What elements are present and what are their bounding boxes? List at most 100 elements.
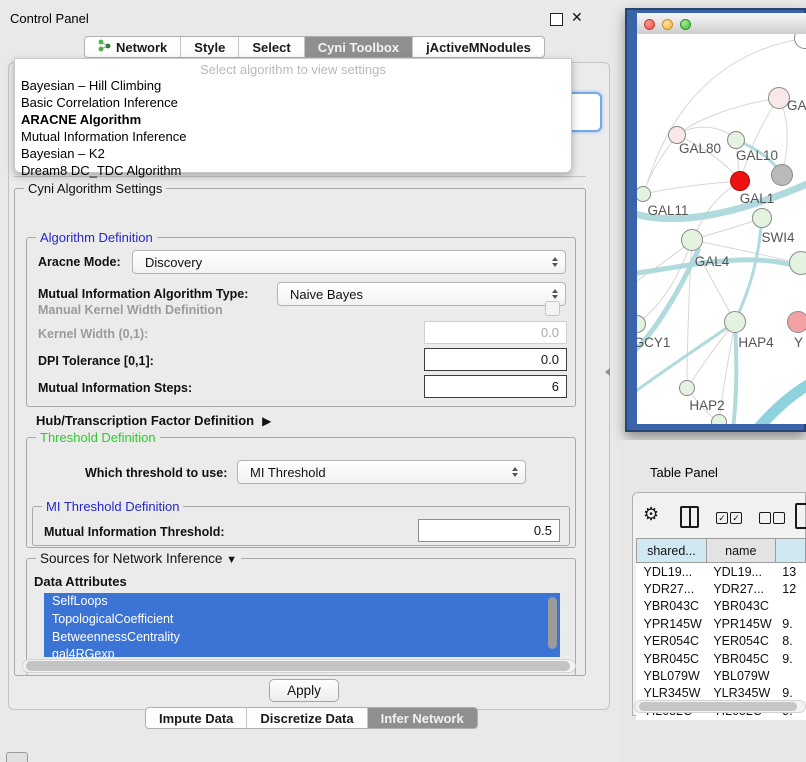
network-node-gcy1[interactable]	[637, 315, 646, 333]
dpi-tolerance-field[interactable]: 0.0	[424, 348, 567, 371]
table-row[interactable]: YBR045CYBR045C9.	[637, 650, 806, 667]
table-cell[interactable]: YER054C	[637, 633, 707, 650]
algorithm-option[interactable]: ARACNE Algorithm	[15, 111, 571, 128]
network-node-gal4[interactable]	[681, 229, 703, 251]
data-attribute-item[interactable]: gal4RGexp	[44, 646, 560, 657]
algorithm-option[interactable]: Mutual Information Inference	[15, 128, 571, 145]
mi-algorithm-type-combobox[interactable]: Naive Bayes	[277, 282, 566, 306]
table-cell[interactable]: YPR145W	[706, 615, 775, 632]
network-node-y[interactable]	[787, 311, 806, 333]
tab-impute-data[interactable]: Impute Data	[146, 708, 247, 728]
hub-section-toggle[interactable]: Hub/Transcription Factor Definition▶	[36, 413, 271, 428]
tab-network[interactable]: Network	[85, 37, 181, 57]
network-node-gal1[interactable]	[752, 208, 772, 228]
table-cell[interactable]: YDL19...	[637, 563, 707, 581]
network-node-swi4[interactable]	[789, 251, 806, 275]
algorithm-option[interactable]: Basic Correlation Inference	[15, 94, 571, 111]
select-all-checkbox-icon[interactable]: ✓	[716, 512, 728, 524]
table-cell[interactable]: YBR043C	[637, 598, 707, 615]
gear-icon[interactable]: ⚙	[643, 504, 659, 525]
table-header[interactable]: shared...name	[637, 539, 806, 563]
columns-icon[interactable]	[680, 506, 699, 528]
algorithm-option[interactable]: Bayesian – Hill Climbing	[15, 77, 571, 94]
table-column-header[interactable]: name	[706, 539, 775, 563]
table-cell[interactable]: 13	[775, 563, 805, 581]
panel-splitter-handle[interactable]	[605, 368, 610, 376]
node-label: GAL10	[736, 148, 778, 163]
table-cell[interactable]: YER054C	[706, 633, 775, 650]
algorithm-dropdown-list[interactable]: Select algorithm to view settings Bayesi…	[14, 58, 572, 173]
dpi-tolerance-label: DPI Tolerance [0,1]:	[38, 354, 154, 368]
network-window-titlebar[interactable]	[637, 13, 806, 35]
table-row[interactable]: YBR043CYBR043C	[637, 598, 806, 615]
combo-arrows-icon	[552, 289, 558, 299]
table-cell[interactable]: YPR145W	[637, 615, 707, 632]
close-icon[interactable]: ✕	[571, 9, 583, 26]
network-node-gal11[interactable]	[637, 186, 651, 202]
table-hscrollbar-thumb[interactable]	[639, 702, 797, 711]
deselect-all-checkbox-icon[interactable]	[759, 512, 771, 524]
network-canvas[interactable]: GAL7GAL80GAL10GAL1SWI4GAL11GAL4GCY1HAP4Y…	[637, 34, 806, 424]
settings-scrollbar[interactable]	[590, 66, 603, 672]
sources-title[interactable]: Sources for Network Inference ▼	[36, 551, 241, 566]
table-cell[interactable]: 12	[775, 580, 805, 597]
minimize-traffic-light[interactable]	[662, 19, 673, 30]
document-icon[interactable]	[795, 503, 806, 529]
table-cell[interactable]: 8.	[775, 633, 805, 650]
attributes-scrollbar-thumb[interactable]	[548, 597, 557, 649]
table-row[interactable]: YBL079WYBL079W	[637, 667, 806, 684]
close-traffic-light[interactable]	[644, 19, 655, 30]
kernel-width-field[interactable]: 0.0	[424, 321, 567, 344]
table-cell[interactable]: YBL079W	[637, 667, 707, 684]
zoom-traffic-light[interactable]	[680, 19, 691, 30]
tab-discretize-data[interactable]: Discretize Data	[247, 708, 367, 728]
data-attribute-item[interactable]: BetweennessCentrality	[44, 629, 560, 647]
select-all-checkbox-icon[interactable]: ✓	[730, 512, 742, 524]
table-cell[interactable]: 9.	[775, 650, 805, 667]
network-node[interactable]	[711, 414, 727, 424]
table-row[interactable]: YER054CYER054C8.	[637, 633, 806, 650]
network-node-hap2[interactable]	[679, 380, 695, 396]
table-cell[interactable]: YBL079W	[706, 667, 775, 684]
tab-infer-network[interactable]: Infer Network	[368, 708, 477, 728]
table-cell[interactable]	[775, 667, 805, 684]
network-node[interactable]	[771, 164, 793, 186]
tab-select[interactable]: Select	[239, 37, 304, 57]
manual-kernel-checkbox[interactable]	[545, 301, 560, 316]
tab-cyni-toolbox[interactable]: Cyni Toolbox	[305, 37, 413, 57]
tab-jactivemnodules[interactable]: jActiveMNodules	[413, 37, 544, 57]
table-column-header[interactable]: shared...	[637, 539, 707, 563]
mi-threshold-field[interactable]: 0.5	[418, 519, 560, 542]
table-cell[interactable]: YBR043C	[706, 598, 775, 615]
apply-button[interactable]: Apply	[269, 679, 339, 702]
table-cell[interactable]: 9.	[775, 615, 805, 632]
table-cell[interactable]: YBR045C	[706, 650, 775, 667]
deselect-all-checkbox-icon[interactable]	[773, 512, 785, 524]
table-cell[interactable]: YDR27...	[706, 580, 775, 597]
algorithm-option[interactable]: Dream8 DC_TDC Algorithm	[15, 162, 571, 179]
table-column-header[interactable]	[775, 539, 805, 563]
algorithm-option[interactable]: Bayesian – K2	[15, 145, 571, 162]
network-node-gal10[interactable]	[727, 131, 745, 149]
network-node[interactable]	[794, 34, 806, 49]
table-row[interactable]: YDL19...YDL19...13	[637, 563, 806, 581]
table-cell[interactable]: YDR27...	[637, 580, 707, 597]
table-cell[interactable]: YBR045C	[637, 650, 707, 667]
corner-widget[interactable]	[6, 752, 28, 762]
mi-steps-field[interactable]: 6	[424, 375, 567, 398]
aracne-mode-combobox[interactable]: Discovery	[132, 250, 566, 274]
float-window-icon[interactable]	[550, 13, 563, 26]
data-attribute-item[interactable]: SelfLoops	[44, 593, 560, 611]
which-threshold-combobox[interactable]: MI Threshold	[237, 460, 526, 484]
data-attribute-item[interactable]: TopologicalCoefficient	[44, 611, 560, 629]
attributes-hscrollbar-thumb[interactable]	[26, 661, 570, 671]
network-node-hap4[interactable]	[724, 311, 746, 333]
table-cell[interactable]	[775, 598, 805, 615]
data-attributes-list[interactable]: SelfLoopsTopologicalCoefficientBetweenne…	[44, 593, 560, 657]
table-cell[interactable]: YDL19...	[706, 563, 775, 581]
network-node[interactable]	[730, 171, 750, 191]
node-attribute-table[interactable]: shared...name YDL19...YDL19...13YDR27...…	[636, 538, 806, 720]
tab-style[interactable]: Style	[181, 37, 239, 57]
table-row[interactable]: YPR145WYPR145W9.	[637, 615, 806, 632]
table-row[interactable]: YDR27...YDR27...12	[637, 580, 806, 597]
